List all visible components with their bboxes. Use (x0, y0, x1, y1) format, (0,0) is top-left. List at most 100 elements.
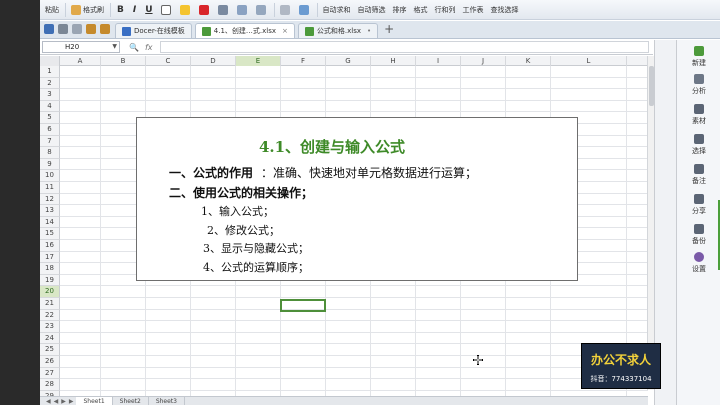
worksheet-button[interactable]: 工作表 (460, 2, 487, 18)
wrap-icon (255, 4, 266, 15)
formula-input[interactable] (159, 41, 649, 53)
row-header-9[interactable]: 9 (40, 158, 60, 171)
wrap-button[interactable] (253, 2, 271, 18)
row-header-6[interactable]: 6 (40, 124, 60, 136)
column-header-b[interactable]: B (101, 56, 146, 66)
format-button[interactable]: 格式 (411, 2, 431, 18)
redo-icon[interactable] (100, 24, 110, 34)
number-format-button[interactable] (277, 2, 295, 18)
italic-button[interactable]: I (129, 2, 140, 18)
panel-select[interactable]: 选择 (677, 134, 720, 156)
row-header-17[interactable]: 17 (40, 251, 60, 264)
format-painter-button[interactable]: 格式刷 (68, 2, 107, 18)
select-icon (694, 134, 704, 144)
chart-button[interactable] (296, 2, 314, 18)
row-header-7[interactable]: 7 (40, 135, 60, 148)
paste-button[interactable]: 粘贴 (42, 2, 62, 18)
row-header-16[interactable]: 16 (40, 240, 60, 252)
fill-color-button[interactable] (177, 2, 195, 18)
panel-settings[interactable]: 设置 (677, 252, 720, 274)
row-header-25[interactable]: 25 (40, 344, 60, 356)
row-header-11[interactable]: 11 (40, 182, 60, 194)
row-header-14[interactable]: 14 (40, 216, 60, 229)
align-button[interactable] (215, 2, 233, 18)
column-header-i[interactable]: I (416, 56, 461, 66)
sheet-tab-1[interactable]: Sheet1 (76, 396, 113, 405)
row-header-18[interactable]: 18 (40, 263, 60, 275)
column-header-e[interactable]: E (236, 56, 281, 66)
column-header-f[interactable]: F (281, 56, 326, 66)
row-header-23[interactable]: 23 (40, 321, 60, 333)
vertical-scrollbar[interactable] (647, 56, 654, 390)
column-header-g[interactable]: G (326, 56, 371, 66)
select-all-corner[interactable] (40, 56, 60, 66)
row-header-22[interactable]: 22 (40, 309, 60, 322)
row-header-2[interactable]: 2 (40, 77, 60, 90)
panel-analysis[interactable]: 分析 (677, 74, 720, 96)
add-tab-button[interactable]: + (384, 22, 394, 38)
panel-share[interactable]: 分享 (677, 194, 720, 216)
grid-row-line (60, 378, 648, 380)
row-header-1[interactable]: 1 (40, 66, 60, 78)
sort-button[interactable]: 排序 (390, 2, 410, 18)
modified-dot-icon[interactable]: • (367, 27, 371, 35)
panel-new[interactable]: 新建 (677, 46, 720, 68)
undo-icon[interactable] (86, 24, 96, 34)
autosum-button[interactable]: 自动求和 (320, 2, 354, 18)
embedded-slide[interactable]: 4.1、创建与输入公式 一、公式的作用 ：准确、快速地对单元格数据进行运算； 二… (136, 117, 578, 281)
row-header-3[interactable]: 3 (40, 89, 60, 101)
underline-button[interactable]: U (141, 2, 156, 18)
percent-icon (279, 4, 290, 15)
row-header-10[interactable]: 10 (40, 170, 60, 182)
save-icon[interactable] (44, 24, 54, 34)
row-header-20[interactable]: 20 (40, 286, 60, 298)
row-header-15[interactable]: 15 (40, 228, 60, 240)
border-button[interactable] (158, 2, 176, 18)
close-icon[interactable]: × (282, 27, 288, 35)
zoom-icon[interactable]: 🔍 (129, 43, 139, 52)
autofilter-button[interactable]: 自动筛选 (355, 2, 389, 18)
active-cell-h20[interactable] (280, 299, 326, 312)
find-select-button[interactable]: 查找选择 (488, 2, 522, 18)
chevron-down-icon[interactable]: ▼ (112, 42, 117, 52)
column-header-h[interactable]: H (371, 56, 416, 66)
font-color-button[interactable] (196, 2, 214, 18)
right-task-panel: 新建 分析 素材 选择 备注 分享 备份 设置 (676, 40, 720, 405)
sheet-tab-3[interactable]: Sheet3 (149, 396, 185, 405)
column-header-k[interactable]: K (506, 56, 551, 66)
panel-materials[interactable]: 素材 (677, 104, 720, 126)
column-header-c[interactable]: C (146, 56, 191, 66)
tab-formula-workbook[interactable]: 公式和格.xlsx • (297, 23, 379, 38)
row-header-4[interactable]: 4 (40, 100, 60, 113)
bold-button[interactable]: B (113, 2, 128, 18)
column-header-a[interactable]: A (60, 56, 101, 66)
preview-icon[interactable] (72, 24, 82, 34)
row-header-8[interactable]: 8 (40, 147, 60, 159)
panel-backup[interactable]: 备份 (677, 224, 720, 246)
tab-docer-templates[interactable]: Docer-在线模板 (115, 23, 192, 38)
rows-cols-button[interactable]: 行和列 (432, 2, 459, 18)
print-icon[interactable] (58, 24, 68, 34)
sheet-nav-arrows-icon[interactable]: ◀◀▶▶ (46, 398, 76, 405)
panel-notes[interactable]: 备注 (677, 164, 720, 186)
row-header-12[interactable]: 12 (40, 193, 60, 206)
column-header-l[interactable]: L (551, 56, 627, 66)
slide-line-1-label: 一、公式的作用 (169, 166, 254, 180)
sheet-tab-2[interactable]: Sheet2 (113, 396, 149, 405)
column-header-d[interactable]: D (191, 56, 236, 66)
row-header-13[interactable]: 13 (40, 205, 60, 217)
row-header-21[interactable]: 21 (40, 298, 60, 310)
fx-icon[interactable]: fx (145, 43, 153, 52)
row-header-19[interactable]: 19 (40, 274, 60, 287)
row-header-5[interactable]: 5 (40, 112, 60, 124)
separator (316, 2, 318, 17)
grid-row-line (60, 88, 648, 90)
tab-current-workbook[interactable]: 4.1、创建…式.xlsx × (194, 23, 295, 38)
name-box[interactable]: H20 ▼ (42, 41, 120, 53)
row-header-27[interactable]: 27 (40, 367, 60, 380)
column-header-j[interactable]: J (461, 56, 506, 66)
merge-button[interactable] (234, 2, 252, 18)
row-header-28[interactable]: 28 (40, 379, 60, 391)
row-header-24[interactable]: 24 (40, 332, 60, 345)
row-header-26[interactable]: 26 (40, 356, 60, 368)
